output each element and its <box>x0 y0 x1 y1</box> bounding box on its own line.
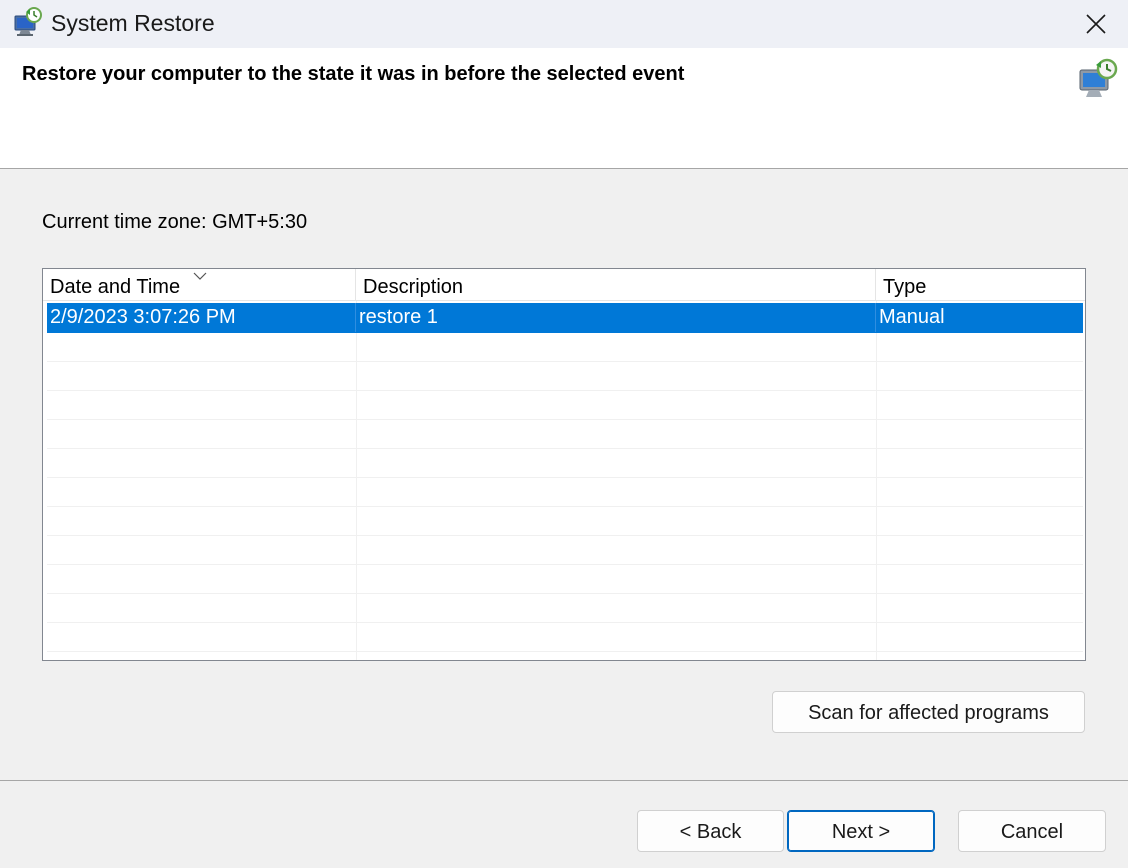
empty-row <box>47 390 1083 420</box>
page-title: Restore your computer to the state it wa… <box>22 63 685 85</box>
column-header-date[interactable]: Date and Time <box>43 269 356 300</box>
close-button[interactable] <box>1064 0 1128 48</box>
empty-row <box>47 535 1083 565</box>
next-button[interactable]: Next > <box>787 810 935 852</box>
scan-affected-programs-button[interactable]: Scan for affected programs <box>772 691 1085 733</box>
empty-row <box>47 448 1083 478</box>
system-restore-icon <box>12 6 44 38</box>
window-title: System Restore <box>51 10 215 36</box>
cell-description: restore 1 <box>356 303 876 332</box>
timezone-label: Current time zone: GMT+5:30 <box>42 211 308 233</box>
close-icon <box>1086 14 1106 34</box>
column-label: Description <box>363 276 464 298</box>
list-body: 2/9/2023 3:07:26 PM restore 1 Manual <box>43 301 1085 660</box>
empty-row <box>47 564 1083 594</box>
column-header-type[interactable]: Type <box>876 269 1085 300</box>
column-header-description[interactable]: Description <box>356 269 876 300</box>
cell-type: Manual <box>879 306 945 328</box>
back-button[interactable]: < Back <box>637 810 784 852</box>
footer-divider <box>0 780 1128 781</box>
column-label: Date and Time <box>50 276 181 298</box>
table-row[interactable]: 2/9/2023 3:07:26 PM restore 1 Manual <box>47 303 1083 333</box>
empty-row <box>47 332 1083 362</box>
restore-points-list[interactable]: Date and Time Description Type 2/9/2023 … <box>42 268 1086 661</box>
empty-row <box>47 361 1083 391</box>
system-restore-icon <box>1076 56 1120 100</box>
empty-row <box>47 477 1083 507</box>
chevron-down-icon <box>193 272 207 280</box>
wizard-header: Restore your computer to the state it wa… <box>0 48 1128 169</box>
empty-row <box>47 506 1083 536</box>
empty-row <box>47 419 1083 449</box>
empty-row <box>47 593 1083 623</box>
cell-date: 2/9/2023 3:07:26 PM <box>47 303 356 332</box>
empty-row <box>47 622 1083 652</box>
title-bar: System Restore <box>0 0 1128 48</box>
column-label: Type <box>883 276 927 298</box>
list-header: Date and Time Description Type <box>43 269 1085 301</box>
cancel-button[interactable]: Cancel <box>958 810 1106 852</box>
